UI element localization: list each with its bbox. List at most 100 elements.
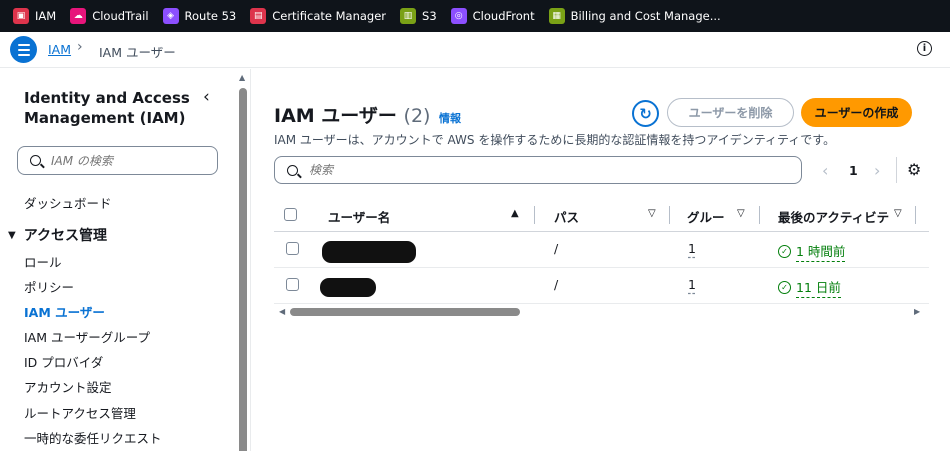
refresh-button[interactable]: ↻ — [632, 100, 659, 127]
favorite-label: CloudFront — [472, 9, 535, 23]
groups-cell[interactable]: 1 — [688, 277, 696, 292]
favorite-cloudfront[interactable]: ◎ CloudFront — [450, 8, 535, 24]
favorite-label: CloudTrail — [92, 9, 149, 23]
toolbar-divider — [896, 157, 897, 183]
table-row[interactable]: / 1 ✓ 1 時間前 — [274, 232, 929, 268]
sidebar-scrollbar[interactable]: ▲ — [238, 73, 248, 451]
row-checkbox[interactable] — [286, 242, 299, 255]
info-link[interactable]: 情報 — [439, 110, 461, 126]
users-search[interactable] — [274, 156, 802, 184]
page-title: IAM ユーザー (2) — [274, 101, 430, 128]
column-username[interactable]: ユーザー名 — [328, 207, 390, 226]
breadcrumb-current: IAM ユーザー — [99, 45, 176, 60]
create-user-button[interactable]: ユーザーの作成 — [801, 98, 912, 127]
page-description: IAM ユーザーは、アカウントで AWS を操作するために長期的な認証情報を持つ… — [274, 133, 836, 147]
sidebar-item-dashboard[interactable]: ダッシュボード — [24, 193, 112, 212]
sidebar-item-identity-providers[interactable]: ID プロバイダ — [24, 352, 103, 371]
scroll-up-icon[interactable]: ▲ — [239, 73, 245, 82]
success-check-icon: ✓ — [778, 245, 791, 258]
refresh-icon: ↻ — [639, 104, 652, 123]
favorites-bar: ▣ IAM ☁ CloudTrail ◈ Route 53 ▤ Certificate … — [0, 0, 950, 32]
pagination-current-page[interactable]: 1 — [849, 163, 858, 178]
favorite-route53[interactable]: ◈ Route 53 — [162, 8, 237, 24]
sidebar-item-users[interactable]: IAM ユーザー — [24, 302, 105, 321]
sidebar-item-roles[interactable]: ロール — [24, 252, 62, 271]
chevron-right-icon: › — [77, 39, 83, 55]
favorite-iam[interactable]: ▣ IAM — [13, 8, 56, 24]
column-divider[interactable] — [915, 206, 916, 224]
success-check-icon: ✓ — [778, 281, 791, 294]
search-icon — [287, 164, 298, 176]
table-header: ユーザー名 ▲ パス ▽ グルー ▽ 最後のアクティビテ ▽ — [274, 198, 929, 232]
table-row[interactable]: / 1 ✓ 11 日前 — [274, 268, 929, 304]
favorite-billing[interactable]: ▦ Billing and Cost Manage... — [548, 8, 721, 24]
favorite-certificate-manager[interactable]: ▤ Certificate Manager — [250, 8, 386, 24]
column-last-activity[interactable]: 最後のアクティビテ — [778, 207, 889, 226]
gear-icon[interactable]: ⚙ — [907, 160, 921, 179]
sort-toggle-icon[interactable]: ▽ — [737, 208, 745, 219]
favorite-label: IAM — [35, 9, 57, 23]
sort-toggle-icon[interactable]: ▽ — [648, 208, 656, 219]
certificate-manager-service-icon: ▤ — [250, 8, 267, 24]
favorite-label: S3 — [422, 9, 437, 23]
sidebar-section-access-management[interactable]: ▼ アクセス管理 — [8, 225, 107, 245]
select-all-checkbox[interactable] — [284, 208, 297, 221]
favorite-label: Certificate Manager — [272, 9, 387, 23]
column-path[interactable]: パス — [554, 207, 579, 226]
redacted-username[interactable] — [320, 278, 376, 297]
last-activity-text: 1 時間前 — [796, 241, 846, 262]
pagination-next-icon[interactable]: › — [874, 161, 880, 180]
sidebar-title: Identity and Access Management (IAM) — [24, 89, 190, 127]
breadcrumb-iam-link[interactable]: IAM — [48, 42, 71, 57]
route53-service-icon: ◈ — [162, 8, 179, 24]
sidebar-search[interactable] — [17, 146, 218, 175]
billing-service-icon: ▦ — [548, 8, 565, 24]
path-cell: / — [554, 277, 559, 292]
path-cell: / — [554, 241, 559, 256]
sidebar-section-label: アクセス管理 — [23, 228, 108, 244]
redacted-username[interactable] — [322, 241, 416, 263]
table-horizontal-scroll-thumb[interactable] — [290, 308, 520, 316]
iam-service-icon: ▣ — [13, 8, 29, 24]
last-activity-text: 11 日前 — [796, 277, 841, 298]
favorite-cloudtrail[interactable]: ☁ CloudTrail — [70, 8, 149, 24]
collapse-sidebar-icon[interactable]: ‹ — [203, 87, 210, 107]
scroll-right-icon[interactable]: ▶ — [914, 307, 920, 316]
sidebar-item-user-groups[interactable]: IAM ユーザーグループ — [24, 327, 150, 346]
main-content: IAM ユーザー (2) 情報 IAM ユーザーは、アカウントで AWS を操作… — [252, 69, 950, 451]
sidebar-item-root-access[interactable]: ルートアクセス管理 — [24, 403, 136, 422]
cloudfront-service-icon: ◎ — [450, 8, 467, 24]
sort-toggle-icon[interactable]: ▽ — [894, 208, 902, 219]
favorite-label: Billing and Cost Manage... — [570, 9, 721, 23]
scroll-left-icon[interactable]: ◀ — [279, 307, 285, 316]
top-navigation: IAM › IAM ユーザー i — [0, 32, 950, 68]
user-count: (2) — [403, 105, 431, 127]
sidebar-search-input[interactable] — [51, 153, 201, 168]
search-icon — [30, 155, 41, 166]
s3-service-icon: ▥ — [400, 8, 417, 24]
column-divider[interactable] — [669, 206, 670, 224]
favorite-label: Route 53 — [184, 9, 237, 23]
menu-toggle-button[interactable] — [10, 36, 37, 63]
groups-cell[interactable]: 1 — [688, 241, 696, 256]
caret-down-icon: ▼ — [8, 229, 16, 241]
sidebar-item-temp-delegation[interactable]: 一時的な委任リクエスト — [24, 428, 162, 447]
side-navigation: Identity and Access Management (IAM) ‹ ダ… — [0, 69, 251, 451]
favorite-s3[interactable]: ▥ S3 — [400, 8, 437, 24]
info-icon[interactable]: i — [917, 41, 932, 56]
column-groups[interactable]: グルー — [687, 207, 725, 226]
last-activity-cell: ✓ 1 時間前 — [778, 241, 846, 262]
column-divider[interactable] — [759, 206, 760, 224]
last-activity-cell: ✓ 11 日前 — [778, 277, 841, 298]
users-search-input[interactable] — [309, 163, 709, 177]
column-divider[interactable] — [534, 206, 535, 224]
page-title-text: IAM ユーザー — [274, 105, 397, 127]
sidebar-item-policies[interactable]: ポリシー — [24, 277, 74, 296]
delete-user-button[interactable]: ユーザーを削除 — [667, 98, 794, 127]
sidebar-scroll-thumb[interactable] — [239, 88, 247, 451]
pagination-prev-icon[interactable]: ‹ — [822, 161, 828, 180]
row-checkbox[interactable] — [286, 278, 299, 291]
sort-ascending-icon[interactable]: ▲ — [511, 208, 519, 219]
cloudtrail-service-icon: ☁ — [70, 8, 87, 24]
sidebar-item-account-settings[interactable]: アカウント設定 — [24, 377, 112, 396]
